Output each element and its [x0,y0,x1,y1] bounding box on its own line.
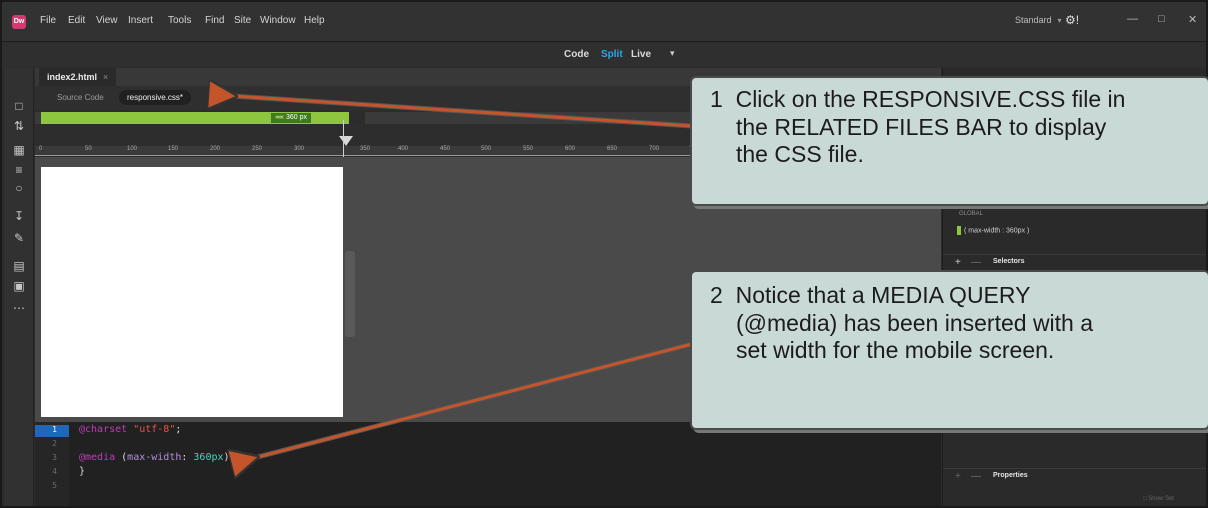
workspace-label: Standard [1015,15,1052,25]
code-view-button[interactable]: Code [564,49,589,60]
menu-edit[interactable]: Edit [68,15,85,26]
split-view-button[interactable]: Split [601,49,623,60]
collapse-icon[interactable]: ↧ [10,208,28,224]
global-label: GLOBAL [959,211,984,217]
step-number: 2 [710,282,723,308]
file-icon[interactable]: □ [10,98,28,114]
ruler-tick: 400 [398,146,409,152]
ruler-tick: 250 [252,146,263,152]
code-line-4: } [79,466,86,477]
workspace-switcher[interactable]: Standard ▾ [1015,15,1062,25]
plus-icon[interactable]: + [955,257,961,268]
selectors-header[interactable]: + — Selectors [943,254,1206,270]
callout-step-2: 2 Notice that a MEDIA QUERY (@media) has… [690,270,1208,430]
callout-line: the CSS file. [736,141,864,168]
line-number: 2 [52,439,57,448]
minimize-button[interactable]: — [1127,13,1138,25]
menu-site[interactable]: Site [234,15,251,26]
menu-file[interactable]: File [40,15,56,26]
left-toolbar: □ ⇅ ▦ ≡ ○ ↧ ✎ ▤ ▣ ⋯ [4,68,34,506]
ruler-tick: 600 [565,146,576,152]
ruler-tick: 200 [210,146,221,152]
comment-icon[interactable]: ▤ [10,258,28,274]
width-handle-icon[interactable] [339,136,353,146]
close-icon[interactable]: × [103,72,108,82]
callout-line: the RELATED FILES BAR to display [736,113,1107,140]
ruler-tick: 650 [607,146,618,152]
line-number-gutter: 1 2 3 4 5 [35,422,69,506]
ruler-tick: 50 [85,146,92,152]
chevron-down-icon: ▾ [1057,16,1062,25]
ruler-tick: 300 [294,146,305,152]
dom-panel-icon[interactable]: ▦ [10,142,28,158]
plus-icon[interactable]: + [955,471,961,482]
media-query-item[interactable]: ( max-width : 360px ) [957,226,1029,235]
code-line-3: @media (max-width: 360px){ [79,452,236,463]
document-tab[interactable]: index2.html × [39,68,117,86]
live-page-canvas[interactable] [41,167,343,417]
media-query-label: ‹‹‹‹‹‹ 360 px [271,113,312,123]
brush-icon[interactable]: ✎ [10,230,28,246]
ruler-tick: 550 [523,146,534,152]
menu-window[interactable]: Window [260,15,296,26]
menu-tools[interactable]: Tools [168,15,191,26]
document-tab-label: index2.html [47,72,98,82]
related-file-responsive-css[interactable]: responsive.css* [119,90,192,105]
callout-line: Click on the RESPONSIVE.CSS file in [735,86,1126,112]
live-view-button[interactable]: Live [631,49,651,60]
app-logo: Dw [12,15,26,29]
ruler-tick: 700 [649,146,660,152]
target-icon[interactable]: ○ [10,180,28,196]
line-number: 4 [52,467,57,476]
menu-insert[interactable]: Insert [128,15,153,26]
menu-view[interactable]: View [96,15,118,26]
callout-line: Notice that a MEDIA QUERY [735,282,1031,308]
ruler-tick: 450 [440,146,451,152]
source-code-item[interactable]: Source Code [57,93,104,102]
ruler-tick: 500 [481,146,492,152]
resize-handle[interactable] [345,251,355,337]
show-set-checkbox[interactable]: □ Show Set [1143,496,1174,502]
more-icon[interactable]: ⋯ [10,300,28,316]
menu-help[interactable]: Help [304,15,325,26]
minus-icon[interactable]: — [971,471,981,482]
line-number: 5 [52,481,57,490]
callout-line: set width for the mobile screen. [736,337,1055,364]
ruler-tick: 100 [127,146,138,152]
step-number: 1 [710,86,723,112]
close-button[interactable]: ✕ [1188,13,1197,26]
snippet-icon[interactable]: ▣ [10,278,28,294]
ruler-tick: 350 [360,146,371,152]
properties-header[interactable]: + — Properties [943,468,1206,484]
maximize-button[interactable]: □ [1158,13,1165,25]
code-line-1: @charset "utf-8"; [79,424,182,435]
code-view[interactable]: 1 2 3 4 5 @charset "utf-8"; @media (max-… [35,422,941,506]
settings-icon[interactable]: ⚙! [1065,13,1079,27]
callout-step-1: 1 Click on the RESPONSIVE.CSS file in th… [690,76,1208,206]
format-source-icon[interactable]: ≡ [10,162,28,178]
menu-bar: Dw File Edit View Insert Tools Find Site… [2,2,1206,42]
minus-icon[interactable]: — [971,257,981,268]
view-switcher-bar: Code Split Live ▾ [2,43,1206,67]
media-query-gap [349,112,365,124]
menu-find[interactable]: Find [205,15,224,26]
callout-line: (@media) has been inserted with a [736,309,1094,336]
sort-icon[interactable]: ⇅ [10,118,28,134]
chevron-down-icon[interactable]: ▾ [670,48,675,59]
line-number: 1 [35,425,69,437]
line-number: 3 [52,453,57,462]
ruler-tick: 0 [39,146,43,152]
ruler-tick: 150 [168,146,179,152]
